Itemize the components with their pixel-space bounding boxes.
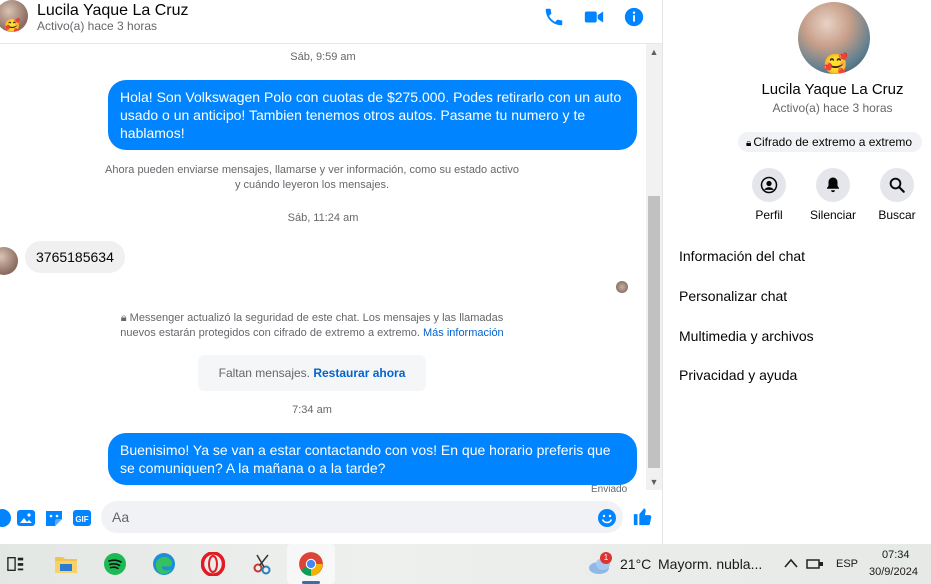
missing-messages-text: Faltan mensajes. (218, 366, 310, 380)
outgoing-message[interactable]: Buenisimo! Ya se van a estar contactando… (108, 433, 637, 485)
bell-icon (827, 177, 839, 193)
search-icon (889, 177, 905, 193)
composer: GIF (0, 496, 662, 540)
emoji-badge: 🥰 (823, 54, 848, 74)
photo-icon[interactable] (16, 508, 36, 528)
weather-description[interactable]: Mayorm. nubla... (658, 556, 762, 572)
weather-temperature[interactable]: 21°C (620, 556, 651, 572)
system-notice: Ahora pueden enviarse mensajes, llamarse… (0, 163, 646, 193)
more-info-link[interactable]: Más información (423, 327, 504, 339)
edge-icon[interactable] (150, 550, 178, 578)
security-notice: 🔒︎ Messenger actualizó la seguridad de e… (0, 311, 646, 341)
profile-action[interactable]: Perfil (737, 168, 801, 222)
task-view-icon[interactable] (2, 550, 30, 578)
scroll-up-arrow[interactable]: ▲ (646, 44, 662, 60)
menu-chat-info[interactable]: Información del chat (679, 248, 805, 264)
e2e-encryption-badge[interactable]: 🔒︎ Cifrado de extremo a extremo (738, 132, 923, 152)
video-call-icon[interactable] (583, 6, 605, 28)
contact-name[interactable]: Lucila Yaque La Cruz (37, 2, 189, 20)
file-explorer-icon[interactable] (52, 550, 80, 578)
sent-status: Enviado (591, 484, 628, 495)
phone-icon[interactable] (543, 6, 565, 28)
seen-indicator-avatar (616, 281, 628, 293)
message-input[interactable] (101, 501, 623, 533)
snipping-tool-icon[interactable] (249, 550, 277, 578)
restore-now-link[interactable]: Restaurar ahora (313, 366, 405, 380)
scroll-down-arrow[interactable]: ▼ (646, 474, 662, 490)
scroll-thumb[interactable] (648, 196, 660, 468)
spotify-icon[interactable] (101, 550, 129, 578)
thumbs-up-icon[interactable] (632, 505, 654, 527)
profile-name: Lucila Yaque La Cruz (761, 81, 904, 98)
outgoing-message[interactable]: Hola! Son Volkswagen Polo con cuotas de … (108, 80, 637, 150)
search-action[interactable]: Buscar (865, 168, 929, 222)
gif-icon[interactable]: GIF (72, 508, 92, 528)
lock-icon: 🔒︎ (120, 312, 130, 324)
sticker-icon[interactable] (44, 508, 64, 528)
lock-icon: 🔒︎ (746, 138, 752, 149)
chat-header: 🥰 Lucila Yaque La Cruz Activo(a) hace 3 … (0, 0, 662, 44)
system-notice-line: Ahora pueden enviarse mensajes, llamarse… (105, 164, 519, 176)
input-language[interactable]: ESP (836, 558, 858, 570)
timestamp: Sáb, 11:24 am (287, 212, 359, 224)
timestamp: 7:34 am (292, 404, 332, 416)
e2e-label: Cifrado de extremo a extremo (753, 135, 913, 149)
mute-action-label: Silenciar (809, 208, 857, 222)
menu-media-files[interactable]: Multimedia y archivos (679, 328, 814, 344)
incoming-message[interactable]: 3765185634 (25, 241, 125, 273)
emoji-badge: 🥰 (4, 18, 21, 32)
chat-pane: 🥰 Lucila Yaque La Cruz Activo(a) hace 3 … (0, 0, 662, 544)
clock-time[interactable]: 07:34 (882, 549, 910, 561)
profile-avatar[interactable]: 🥰 (798, 2, 870, 74)
chrome-icon[interactable] (297, 550, 325, 578)
message-list[interactable]: Sáb, 9:59 am Hola! Son Volkswagen Polo c… (0, 44, 646, 495)
search-action-label: Buscar (878, 208, 916, 222)
timestamp: Sáb, 9:59 am (290, 51, 356, 63)
clock-date[interactable]: 30/9/2024 (869, 566, 918, 578)
profile-action-label: Perfil (755, 208, 783, 222)
chevron-up-icon[interactable] (784, 558, 798, 568)
security-notice-line: nuevos estarán protegidos con cifrado de… (120, 327, 420, 339)
weather-notification-badge: 1 (600, 552, 612, 564)
info-icon[interactable] (623, 6, 645, 28)
taskbar: 1 21°C Mayorm. nubla... ESP 07:34 30/9/2… (0, 544, 931, 584)
network-icon[interactable] (806, 556, 824, 572)
conversation-info-panel: 🥰 Lucila Yaque La Cruz Activo(a) hace 3 … (662, 0, 931, 544)
profile-icon (760, 176, 778, 194)
security-notice-line: Messenger actualizó la seguridad de este… (129, 312, 504, 324)
menu-customize-chat[interactable]: Personalizar chat (679, 288, 787, 304)
scrollbar[interactable]: ▲ ▼ (646, 44, 662, 490)
svg-text:GIF: GIF (75, 515, 88, 524)
profile-status: Activo(a) hace 3 horas (772, 101, 893, 115)
opera-icon[interactable] (199, 550, 227, 578)
emoji-icon[interactable] (597, 508, 617, 528)
plus-icon[interactable] (0, 508, 12, 528)
contact-status: Activo(a) hace 3 horas (37, 19, 158, 33)
menu-privacy-help[interactable]: Privacidad y ayuda (679, 367, 797, 383)
contact-avatar[interactable]: 🥰 (0, 0, 28, 32)
system-notice-line: y cuándo leyeron los mensajes. (234, 179, 390, 191)
mute-action[interactable]: Silenciar (801, 168, 865, 222)
missing-messages-box: Faltan mensajes. Restaurar ahora (198, 355, 426, 391)
sender-avatar[interactable] (0, 247, 18, 275)
